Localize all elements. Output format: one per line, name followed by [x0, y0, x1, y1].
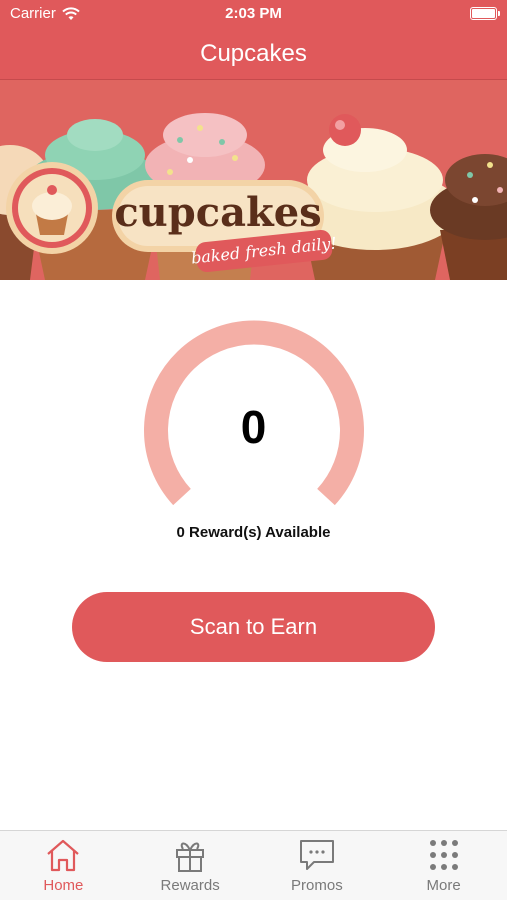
header-banner: cupcakes baked fresh daily!	[0, 80, 507, 280]
status-time: 2:03 PM	[225, 5, 282, 22]
svg-text:cupcakes: cupcakes	[114, 189, 321, 236]
cupcakes-banner-illustration: cupcakes baked fresh daily!	[0, 80, 507, 280]
tab-home-label: Home	[43, 877, 84, 894]
tab-rewards-label: Rewards	[160, 877, 220, 894]
home-icon	[47, 839, 80, 872]
points-value: 0	[240, 401, 267, 453]
nav-title: Cupcakes	[0, 28, 507, 80]
gift-icon	[176, 842, 205, 872]
tab-promos-label: Promos	[291, 877, 343, 894]
status-bar: Carrier 2:03 PM	[0, 0, 507, 28]
tab-promos[interactable]: Promos	[254, 831, 381, 900]
chat-bubble-icon	[299, 840, 334, 870]
grid-dots-icon	[429, 840, 458, 870]
tab-bar: Home Rewards Promos More	[0, 830, 507, 900]
tab-more-label: More	[426, 877, 461, 894]
battery-icon	[470, 7, 500, 20]
tab-more[interactable]: More	[380, 831, 507, 900]
scan-to-earn-button[interactable]: Scan to Earn	[72, 592, 435, 662]
tab-rewards[interactable]: Rewards	[127, 831, 254, 900]
rewards-available-label: 0 Reward(s) Available	[176, 524, 331, 541]
tab-home[interactable]: Home	[0, 831, 127, 900]
